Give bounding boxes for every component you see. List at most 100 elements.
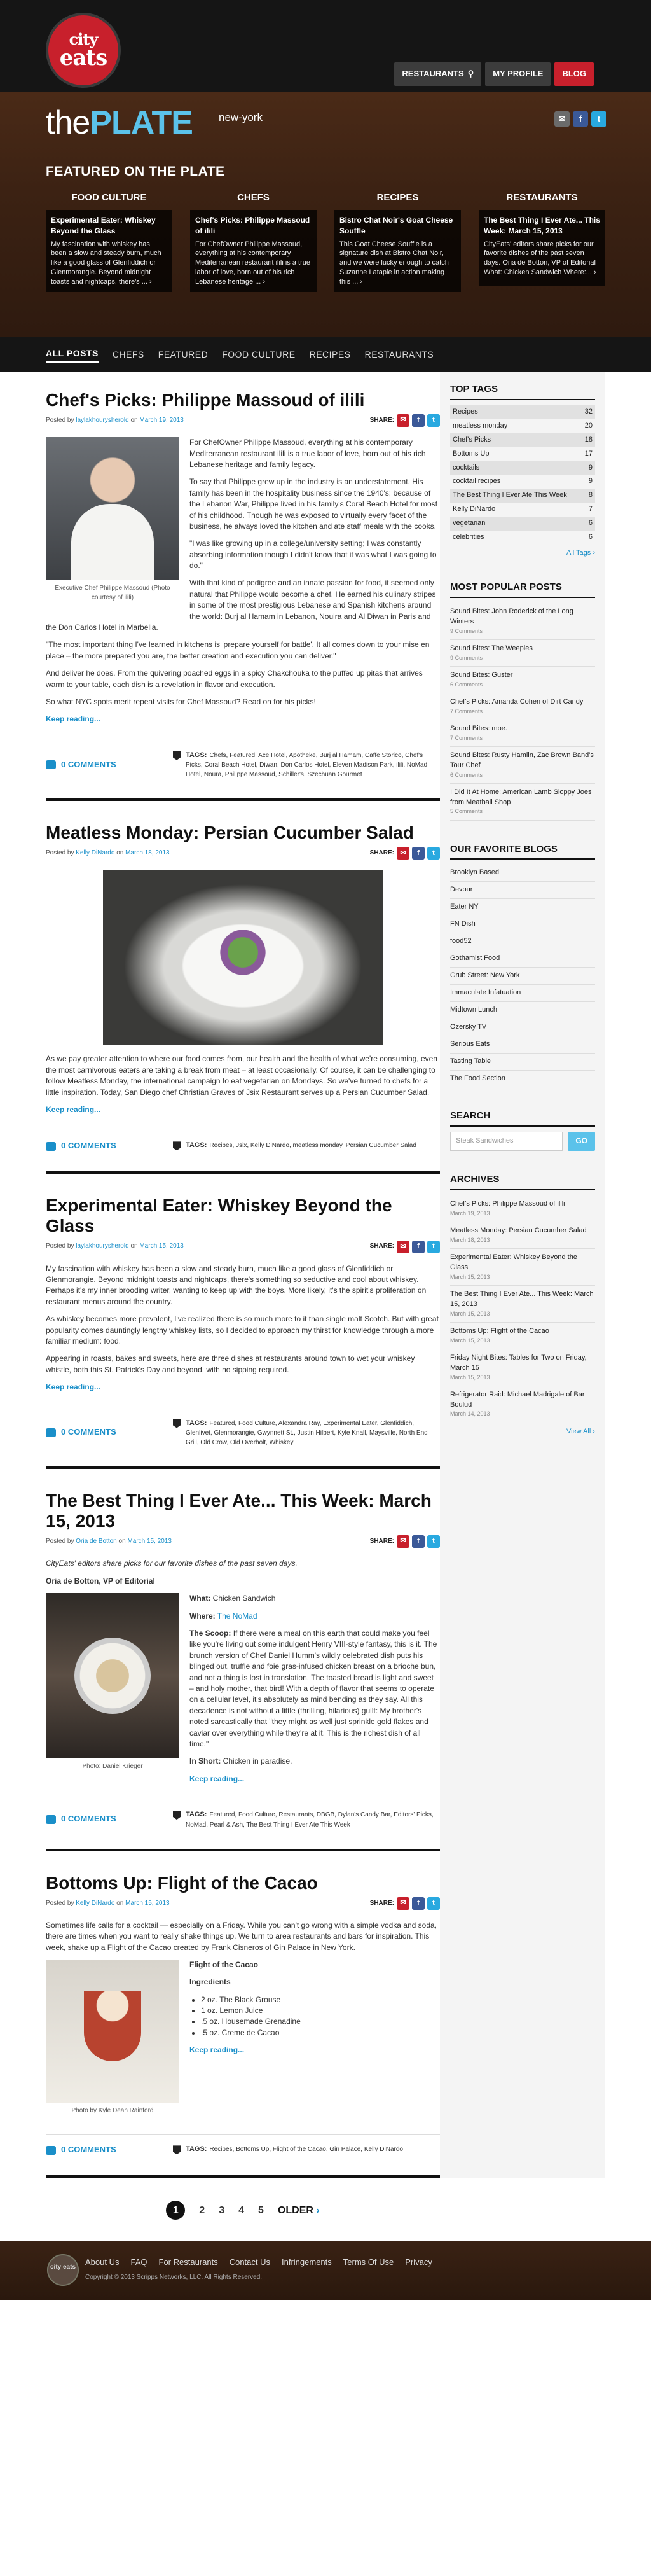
restaurant-link[interactable]: The NoMad	[217, 1612, 257, 1620]
featured-item[interactable]: FOOD CULTURE Experimental Eater: Whiskey…	[46, 191, 172, 292]
twitter-share-icon[interactable]: t	[427, 414, 440, 428]
popular-post[interactable]: Sound Bites: moe. 7 Comments	[450, 720, 595, 747]
twitter-share-icon[interactable]: t	[427, 1240, 440, 1253]
popular-post[interactable]: I Did It At Home: American Lamb Sloppy J…	[450, 784, 595, 821]
twitter-share-icon[interactable]: t	[427, 1535, 440, 1549]
author-link[interactable]: Oria de Botton	[76, 1538, 116, 1545]
page-3[interactable]: 3	[219, 2203, 224, 2218]
footer-link-about[interactable]: About Us	[85, 2257, 119, 2269]
email-share-icon[interactable]: ✉	[397, 847, 409, 860]
tag-row[interactable]: celebrities 6	[450, 531, 595, 545]
blog-link[interactable]: Brooklyn Based	[450, 865, 595, 882]
post-date[interactable]: March 19, 2013	[139, 417, 184, 424]
tab-restaurants[interactable]: RESTAURANTS	[365, 348, 434, 361]
post-title[interactable]: Experimental Eater: Whiskey Beyond the G…	[46, 1195, 440, 1236]
keep-reading-link[interactable]: Keep reading...	[46, 1382, 100, 1391]
blog-link[interactable]: Gothamist Food	[450, 950, 595, 968]
blog-link[interactable]: Devour	[450, 882, 595, 900]
tag-row[interactable]: cocktail recipes 9	[450, 475, 595, 489]
post-date[interactable]: March 15, 2013	[127, 1538, 172, 1545]
comments-link[interactable]: 0 COMMENTS	[46, 750, 173, 780]
all-tags-link[interactable]: All Tags ›	[566, 549, 595, 557]
author-link[interactable]: laylakhourysherold	[76, 417, 128, 424]
tag-row[interactable]: vegetarian 6	[450, 517, 595, 531]
page-1[interactable]: 1	[166, 2201, 186, 2220]
archive-item[interactable]: Bottoms Up: Flight of the Cacao March 15,…	[450, 1323, 595, 1349]
cocktail-photo[interactable]	[46, 1959, 179, 2103]
email-share-icon[interactable]: ✉	[397, 1897, 409, 1910]
twitter-icon[interactable]: t	[591, 111, 606, 127]
tab-chefs[interactable]: CHEFS	[113, 348, 144, 361]
archive-item[interactable]: The Best Thing I Ever Ate... This Week: …	[450, 1286, 595, 1323]
footer-link-infringements[interactable]: Infringements	[282, 2257, 332, 2269]
comments-link[interactable]: 0 COMMENTS	[46, 2144, 173, 2156]
tag-row[interactable]: The Best Thing I Ever Ate This Week 8	[450, 489, 595, 503]
comments-link[interactable]: 0 COMMENTS	[46, 1140, 173, 1152]
author-link[interactable]: laylakhourysherold	[76, 1243, 128, 1250]
keep-reading-link[interactable]: Keep reading...	[189, 2045, 244, 2054]
facebook-share-icon[interactable]: f	[412, 1897, 425, 1910]
featured-item[interactable]: RECIPES Bistro Chat Noir's Goat Cheese S…	[334, 191, 461, 292]
email-share-icon[interactable]: ✉	[397, 1535, 409, 1549]
twitter-share-icon[interactable]: t	[427, 847, 440, 860]
keep-reading-link[interactable]: Keep reading...	[46, 1105, 100, 1114]
search-input[interactable]: Steak Sandwiches	[450, 1132, 563, 1152]
facebook-share-icon[interactable]: f	[412, 1240, 425, 1253]
salad-photo[interactable]	[103, 870, 383, 1045]
tag-row[interactable]: Kelly DiNardo 7	[450, 503, 595, 517]
twitter-share-icon[interactable]: t	[427, 1897, 440, 1910]
tag-row[interactable]: meatless monday 20	[450, 419, 595, 433]
featured-item[interactable]: RESTAURANTS The Best Thing I Ever Ate...…	[479, 191, 605, 292]
blog-link[interactable]: The Food Section	[450, 1071, 595, 1088]
footer-link-terms[interactable]: Terms Of Use	[343, 2257, 394, 2269]
footer-link-contact[interactable]: Contact Us	[230, 2257, 270, 2269]
footer-link-restaurants[interactable]: For Restaurants	[159, 2257, 218, 2269]
page-5[interactable]: 5	[258, 2203, 264, 2218]
blog-link[interactable]: Eater NY	[450, 899, 595, 917]
tag-row[interactable]: Chef's Picks 18	[450, 433, 595, 447]
tag-row[interactable]: Bottoms Up 17	[450, 447, 595, 461]
popular-post[interactable]: Sound Bites: John Roderick of the Long W…	[450, 603, 595, 640]
email-share-icon[interactable]: ✉	[397, 414, 409, 428]
facebook-share-icon[interactable]: f	[412, 1535, 425, 1549]
my-profile-button[interactable]: MY PROFILE	[485, 62, 551, 86]
city-eats-logo[interactable]: city eats	[46, 13, 121, 88]
page-4[interactable]: 4	[238, 2203, 244, 2218]
blog-link[interactable]: FN Dish	[450, 916, 595, 934]
popular-post[interactable]: Sound Bites: Rusty Hamlin, Zac Brown Ban…	[450, 747, 595, 784]
archive-item[interactable]: Experimental Eater: Whiskey Beyond the G…	[450, 1249, 595, 1286]
post-date[interactable]: March 18, 2013	[125, 849, 170, 856]
popular-post[interactable]: Sound Bites: Guster 6 Comments	[450, 667, 595, 693]
popular-post[interactable]: Chef's Picks: Amanda Cohen of Dirt Candy…	[450, 693, 595, 720]
facebook-share-icon[interactable]: f	[412, 414, 425, 428]
tab-all-posts[interactable]: ALL POSTS	[46, 347, 99, 363]
tab-recipes[interactable]: RECIPES	[310, 348, 351, 361]
footer-logo[interactable]: city eats	[47, 2254, 79, 2287]
footer-link-faq[interactable]: FAQ	[130, 2257, 147, 2269]
email-share-icon[interactable]: ✉	[397, 1240, 409, 1253]
tab-featured[interactable]: FEATURED	[158, 348, 208, 361]
page-2[interactable]: 2	[199, 2203, 205, 2218]
facebook-icon[interactable]: f	[573, 111, 588, 127]
blog-link[interactable]: Grub Street: New York	[450, 968, 595, 985]
post-title[interactable]: Meatless Monday: Persian Cucumber Salad	[46, 823, 440, 843]
keep-reading-link[interactable]: Keep reading...	[189, 1774, 244, 1783]
tab-food-culture[interactable]: FOOD CULTURE	[222, 348, 295, 361]
view-all-archives-link[interactable]: View All ›	[566, 1428, 595, 1435]
post-date[interactable]: March 15, 2013	[139, 1243, 184, 1250]
facebook-share-icon[interactable]: f	[412, 847, 425, 860]
email-icon[interactable]: ✉	[554, 111, 570, 127]
featured-item[interactable]: CHEFS Chef's Picks: Philippe Massoud of …	[190, 191, 317, 292]
blog-link[interactable]: Serious Eats	[450, 1036, 595, 1054]
blog-link[interactable]: Tasting Table	[450, 1054, 595, 1071]
sandwich-photo[interactable]	[46, 1593, 179, 1759]
blog-link[interactable]: food52	[450, 933, 595, 950]
post-title[interactable]: Chef's Picks: Philippe Massoud of ilili	[46, 390, 440, 410]
footer-link-privacy[interactable]: Privacy	[405, 2257, 432, 2269]
tag-row[interactable]: cocktails 9	[450, 461, 595, 475]
blog-link[interactable]: Ozersky TV	[450, 1019, 595, 1036]
archive-item[interactable]: Chef's Picks: Philippe Massoud of ilili M…	[450, 1195, 595, 1222]
restaurants-button[interactable]: RESTAURANTS ⚲	[394, 62, 482, 86]
chef-photo[interactable]	[46, 437, 179, 581]
tag-row[interactable]: Recipes 32	[450, 405, 595, 419]
